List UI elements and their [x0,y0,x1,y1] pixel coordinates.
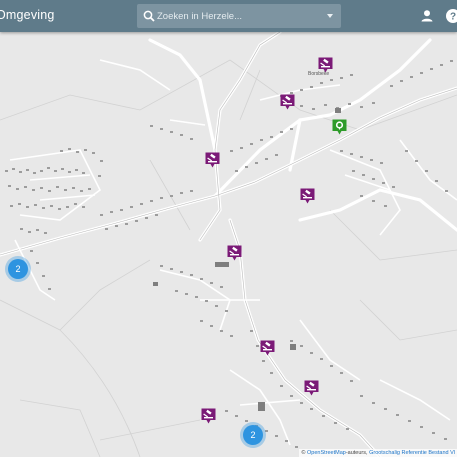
attribution-copyright: © [301,450,306,456]
hammer-icon [260,340,275,356]
cluster-marker[interactable]: 2 [8,259,28,279]
cluster-marker[interactable]: 2 [243,425,263,445]
hammer-icon [205,152,220,168]
permit-marker[interactable] [205,152,220,168]
permit-marker[interactable] [227,245,242,261]
permit-marker[interactable] [260,340,275,356]
search-box[interactable] [137,4,341,28]
hammer-icon [300,188,315,204]
tree-icon [332,119,347,135]
help-icon[interactable]: ? [445,8,457,24]
osm-link[interactable]: OpenStreetMap [307,450,346,456]
hammer-icon [201,408,216,424]
permit-marker[interactable] [201,408,216,424]
permit-marker[interactable] [300,188,315,204]
user-icon[interactable] [419,8,435,24]
permit-marker[interactable] [280,94,295,110]
search-icon [143,10,155,22]
hammer-icon [318,57,333,73]
hammer-icon [227,245,242,261]
hammer-icon [280,94,295,110]
search-input[interactable] [157,7,317,25]
grb-link[interactable]: Grootschalig Referentie Bestand Vl [369,450,455,456]
permit-marker[interactable] [304,380,319,396]
svg-text:?: ? [450,12,456,23]
attribution-middle: -auteurs, [345,450,368,456]
map-canvas[interactable] [0,0,457,457]
app-title: Omgeving [0,8,55,22]
chevron-down-icon[interactable] [327,14,333,18]
map-attribution: © OpenStreetMap-auteurs, Grootschalig Re… [299,449,457,457]
hammer-icon [304,380,319,396]
header-bar: Omgeving ? [0,0,457,32]
tree-marker[interactable] [332,119,347,135]
permit-marker[interactable] [318,57,333,73]
